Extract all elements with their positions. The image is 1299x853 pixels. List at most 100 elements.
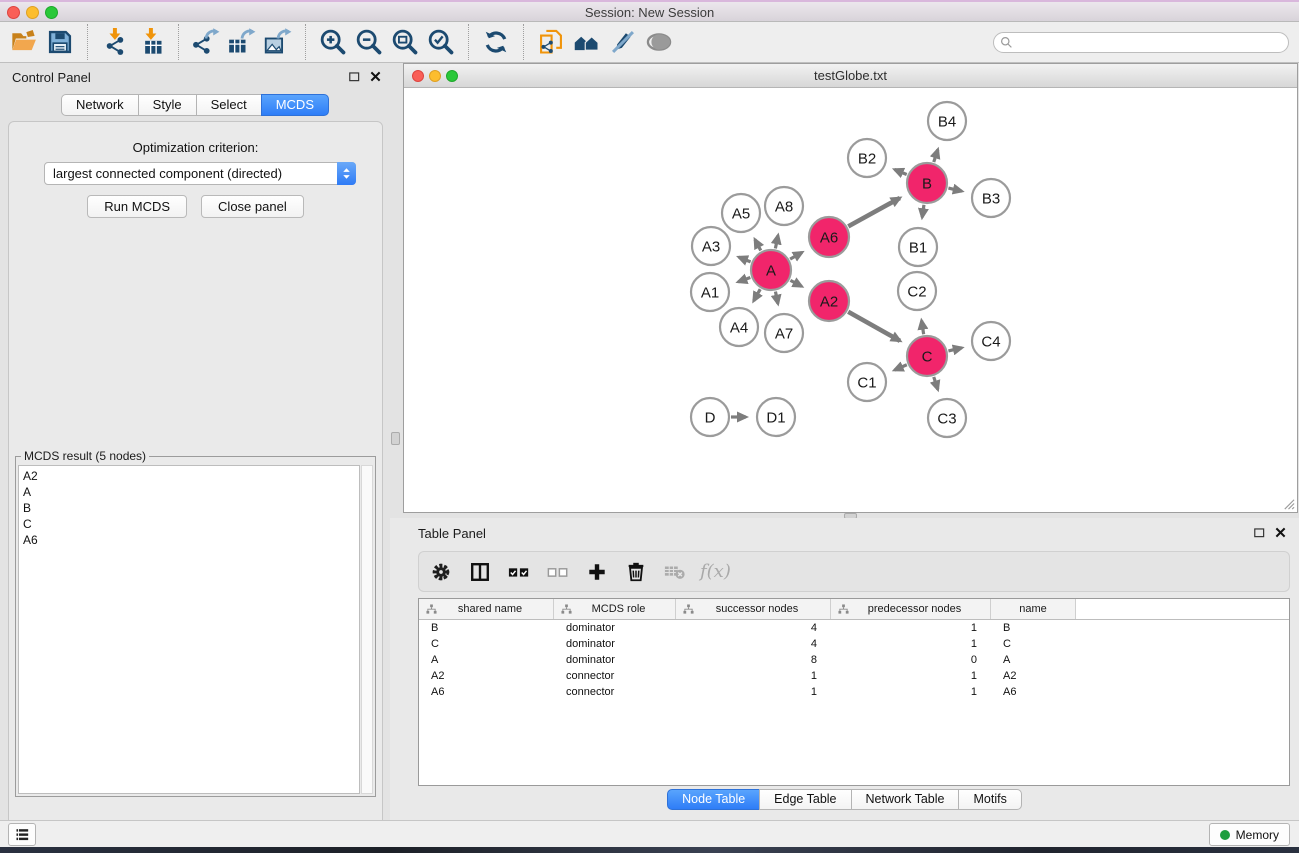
edge-B-B3[interactable]	[948, 188, 961, 191]
column-header-shared-name[interactable]: shared name	[419, 599, 554, 619]
attribute-icon	[426, 604, 437, 615]
column-header-successor-nodes[interactable]: successor nodes	[676, 599, 831, 619]
table-cell[interactable]: 1	[831, 636, 991, 652]
tab-select[interactable]: Select	[196, 94, 262, 116]
delete-row-icon[interactable]	[622, 556, 650, 588]
edge-A-A2[interactable]	[790, 280, 801, 286]
table-cell[interactable]: A6	[419, 684, 554, 700]
table-cell[interactable]: dominator	[554, 636, 676, 652]
zoom-selected-icon[interactable]	[423, 23, 459, 61]
import-network-icon[interactable]	[97, 23, 133, 61]
mcds-result-item[interactable]: B	[23, 500, 359, 516]
edge-A-A1[interactable]	[738, 277, 750, 281]
tab-style[interactable]: Style	[138, 94, 197, 116]
delete-table-icon	[661, 556, 689, 588]
edge-B-B1[interactable]	[922, 205, 924, 218]
zoom-in-icon[interactable]	[315, 23, 351, 61]
table-cell[interactable]: A	[991, 652, 1076, 668]
column-header-MCDS-role[interactable]: MCDS role	[554, 599, 676, 619]
column-header-predecessor-nodes[interactable]: predecessor nodes	[831, 599, 991, 619]
close-table-panel-icon[interactable]	[1274, 526, 1287, 539]
select-all-checkboxes-icon[interactable]	[505, 556, 533, 588]
table-cell[interactable]: 4	[676, 620, 831, 636]
edge-A-A6[interactable]	[790, 252, 802, 259]
tab-node-table[interactable]: Node Table	[667, 789, 760, 810]
zoom-out-icon[interactable]	[351, 23, 387, 61]
mcds-result-item[interactable]: A2	[23, 468, 359, 484]
table-cell[interactable]: connector	[554, 668, 676, 684]
zoom-fit-icon[interactable]	[387, 23, 423, 61]
table-cell[interactable]: B	[991, 620, 1076, 636]
table-cell[interactable]: C	[419, 636, 554, 652]
table-cell[interactable]: connector	[554, 684, 676, 700]
table-cell[interactable]: 1	[831, 620, 991, 636]
table-cell[interactable]: A2	[991, 668, 1076, 684]
hide-labels-icon[interactable]	[605, 23, 641, 61]
network-canvas[interactable]: B4B2BB3A5A8A6A3B1AA1C2A2A4A7CC4C1C3DD1	[404, 88, 1297, 512]
table-cell[interactable]: 1	[831, 668, 991, 684]
close-panel-icon[interactable]	[369, 70, 382, 83]
edge-A-A3[interactable]	[739, 257, 751, 262]
home-icon[interactable]	[569, 23, 605, 61]
mcds-result-scrollbar[interactable]	[361, 465, 373, 794]
mcds-result-item[interactable]: A6	[23, 532, 359, 548]
edge-C-C2[interactable]	[922, 321, 924, 335]
network-graph[interactable]: B4B2BB3A5A8A6A3B1AA1C2A2A4A7CC4C1C3DD1	[404, 88, 1297, 512]
criterion-dropdown[interactable]: largest connected component (directed)	[44, 162, 356, 185]
table-cell[interactable]: 1	[831, 684, 991, 700]
edge-A6-B[interactable]	[848, 198, 900, 226]
run-mcds-button[interactable]: Run MCDS	[87, 195, 187, 218]
deselect-all-checkboxes-icon[interactable]	[544, 556, 572, 588]
edge-A-A5[interactable]	[755, 240, 761, 251]
close-panel-button[interactable]: Close panel	[201, 195, 304, 218]
column-header-name[interactable]: name	[991, 599, 1076, 619]
table-cell[interactable]: 8	[676, 652, 831, 668]
export-network-icon[interactable]	[188, 23, 224, 61]
table-cell[interactable]: A6	[991, 684, 1076, 700]
float-panel-icon[interactable]	[348, 70, 361, 83]
edge-B-B2[interactable]	[895, 170, 907, 175]
share-document-icon[interactable]	[533, 23, 569, 61]
show-graphics-details-icon[interactable]	[641, 23, 677, 61]
table-cell[interactable]: B	[419, 620, 554, 636]
edge-C-C4[interactable]	[948, 348, 961, 351]
tab-mcds[interactable]: MCDS	[261, 94, 329, 116]
export-table-icon[interactable]	[224, 23, 260, 61]
edge-A-A4[interactable]	[754, 289, 761, 301]
table-settings-icon[interactable]	[427, 556, 455, 588]
table-cell[interactable]: 1	[676, 668, 831, 684]
export-image-icon[interactable]	[260, 23, 296, 61]
resize-grip-icon[interactable]	[1282, 497, 1295, 510]
edge-A2-C[interactable]	[848, 312, 900, 341]
table-cell[interactable]: A	[419, 652, 554, 668]
memory-button[interactable]: Memory	[1209, 823, 1290, 846]
column-layout-icon[interactable]	[466, 556, 494, 588]
table-cell[interactable]: 0	[831, 652, 991, 668]
table-cell[interactable]: 1	[676, 684, 831, 700]
mcds-result-item[interactable]: C	[23, 516, 359, 532]
task-history-button[interactable]	[8, 823, 36, 846]
search-input[interactable]	[1013, 34, 1288, 51]
tab-network[interactable]: Network	[61, 94, 139, 116]
edge-C-C1[interactable]	[895, 365, 907, 370]
tab-edge-table[interactable]: Edge Table	[759, 789, 851, 810]
vertical-split-grip[interactable]	[391, 432, 400, 445]
edge-B-B4[interactable]	[934, 150, 938, 163]
tab-network-table[interactable]: Network Table	[851, 789, 960, 810]
table-cell[interactable]: dominator	[554, 620, 676, 636]
edge-A-A7[interactable]	[775, 292, 777, 304]
add-row-icon[interactable]	[583, 556, 611, 588]
table-cell[interactable]: 4	[676, 636, 831, 652]
float-table-panel-icon[interactable]	[1253, 526, 1266, 539]
table-cell[interactable]: C	[991, 636, 1076, 652]
tab-motifs[interactable]: Motifs	[958, 789, 1021, 810]
refresh-icon[interactable]	[478, 23, 514, 61]
edge-C-C3[interactable]	[934, 377, 938, 390]
table-cell[interactable]: dominator	[554, 652, 676, 668]
table-cell[interactable]: A2	[419, 668, 554, 684]
save-session-icon[interactable]	[42, 23, 78, 61]
open-session-icon[interactable]	[6, 23, 42, 61]
mcds-result-item[interactable]: A	[23, 484, 359, 500]
edge-A-A8[interactable]	[775, 235, 778, 248]
import-table-icon[interactable]	[133, 23, 169, 61]
